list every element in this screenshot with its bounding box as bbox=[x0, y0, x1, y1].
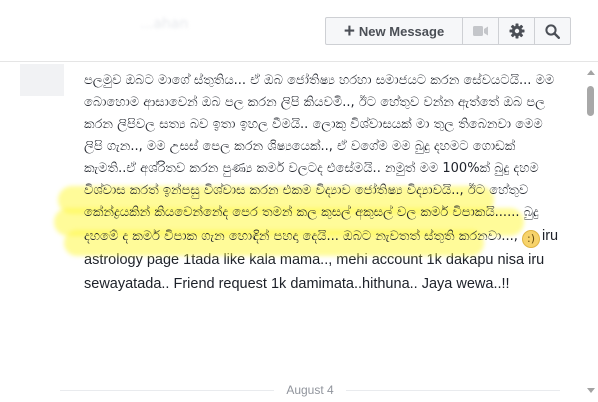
message-bubble: පලමුව ඔබට මාගේ ස්තුතිය... ඒ ඔබ ජෝතිෂ්‍ය … bbox=[54, 70, 562, 296]
date-separator-line bbox=[60, 389, 275, 391]
plus-icon: + bbox=[343, 20, 355, 42]
sender-name: ...ahan bbox=[140, 16, 189, 32]
video-camera-icon bbox=[472, 26, 488, 36]
new-message-button[interactable]: + New Message bbox=[325, 17, 463, 45]
header-divider bbox=[0, 61, 598, 62]
scroll-down-arrow-icon[interactable] bbox=[587, 388, 595, 393]
sender-avatar[interactable] bbox=[20, 64, 64, 96]
conversation-toolbar: + New Message bbox=[325, 17, 571, 45]
date-separator: August 4 bbox=[60, 381, 560, 399]
scrollbar-thumb[interactable] bbox=[587, 86, 594, 116]
date-separator-line bbox=[345, 389, 560, 391]
date-separator-label: August 4 bbox=[286, 383, 334, 397]
gear-icon bbox=[509, 23, 524, 39]
message-text: පලමුව ඔබට මාගේ ස්තුතිය... ඒ ඔබ ජෝතිෂ්‍ය … bbox=[84, 73, 555, 244]
search-icon bbox=[545, 23, 560, 39]
new-message-label: New Message bbox=[358, 23, 445, 39]
settings-button[interactable] bbox=[498, 17, 535, 45]
smiley-emoji-icon: :) bbox=[522, 230, 540, 248]
video-call-button[interactable] bbox=[462, 17, 499, 45]
search-button[interactable] bbox=[534, 17, 571, 45]
scroll-up-arrow-icon[interactable] bbox=[587, 70, 595, 75]
scrollbar[interactable] bbox=[584, 62, 598, 402]
conversation-header: ...ahan + New Message bbox=[0, 0, 598, 62]
